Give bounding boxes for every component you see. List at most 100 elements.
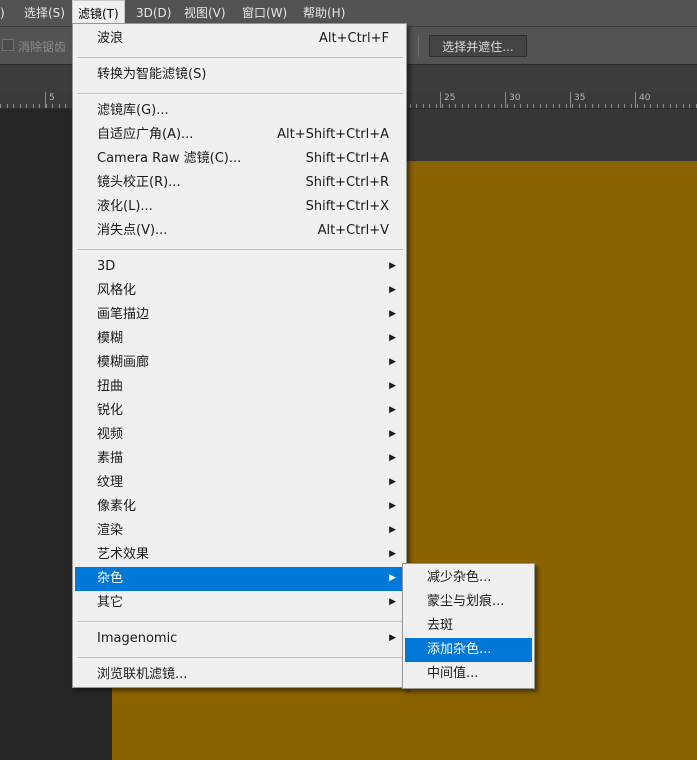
menu-item-label: 模糊画廊 [97, 355, 150, 370]
menu-divider [77, 621, 403, 622]
ruler-label: 35 [574, 93, 586, 103]
antialias-label: 消除锯齿 [18, 40, 67, 54]
ruler-tick [26, 104, 27, 108]
menu-select[interactable]: 选择(S) [24, 0, 65, 26]
filter-menu-item[interactable]: 波浪 Alt+Ctrl+F [75, 27, 404, 51]
ruler-tick [39, 104, 40, 108]
ruler-tick [559, 104, 560, 108]
filter-menu-item[interactable]: 滤镜库(G)... [75, 99, 404, 123]
filter-menu-item[interactable]: 自适应广角(A)... Alt+Shift+Ctrl+A [75, 123, 404, 147]
menu-item-label: 自适应广角(A)... [97, 127, 194, 142]
menu-item-label: 扭曲 [97, 379, 124, 394]
menu-item-label: 杂色 [97, 571, 124, 586]
select-and-mask-button[interactable]: 选择并遮住... [429, 35, 527, 57]
ruler-tick [46, 104, 47, 108]
menu-item-label: 画笔描边 [97, 307, 150, 322]
filter-menu-item[interactable]: 渲染 ▶ [75, 519, 404, 543]
filter-menu-item[interactable]: 纹理 ▶ [75, 471, 404, 495]
menu-item-label: 其它 [97, 595, 124, 610]
menu-item-shortcut: Alt+Ctrl+V [317, 223, 389, 238]
menu-item-label: 消失点(V)... [97, 223, 168, 238]
filter-menu-item[interactable]: 浏览联机滤镜... [75, 663, 404, 687]
ruler-tick [52, 104, 53, 108]
menu-item-shortcut: Alt+Shift+Ctrl+A [277, 127, 389, 142]
menu-item-label: 液化(L)... [97, 199, 153, 214]
filter-menu-item[interactable]: 杂色 ▶ [75, 567, 404, 591]
submenu-arrow-icon: ▶ [389, 525, 396, 535]
submenu-item-label: 中间值... [427, 666, 479, 681]
menu-item-label: 镜头校正(R)... [97, 175, 181, 190]
ruler-tick [527, 104, 528, 108]
menu-item-label: 3D [97, 259, 116, 274]
ruler-tick [676, 104, 677, 108]
ruler-tick [657, 104, 658, 108]
ruler-tick [598, 104, 599, 108]
ruler-tick [462, 104, 463, 108]
antialias-checkbox[interactable] [2, 39, 14, 51]
menu-item-label: 波浪 [97, 31, 124, 46]
filter-menu-item[interactable]: 转换为智能滤镜(S) [75, 63, 404, 87]
filter-menu-item[interactable]: 液化(L)... Shift+Ctrl+X [75, 195, 404, 219]
ruler-tick [533, 104, 534, 108]
submenu-item-label: 添加杂色... [427, 642, 492, 657]
noise-submenu-item[interactable]: 去斑 [405, 614, 532, 638]
noise-submenu: 减少杂色... 蒙尘与划痕... 去斑添加杂色... 中间值... [402, 563, 535, 689]
submenu-arrow-icon: ▶ [389, 453, 396, 463]
ruler-tick [663, 104, 664, 108]
ruler-tick [624, 104, 625, 108]
filter-menu-item[interactable]: 锐化 ▶ [75, 399, 404, 423]
menu-edit-partial[interactable]: ) [0, 0, 5, 26]
ruler-tick [410, 104, 411, 108]
ruler-tick [644, 104, 645, 108]
ruler-label: 5 [49, 93, 55, 103]
ruler-tick [488, 104, 489, 108]
submenu-arrow-icon: ▶ [389, 429, 396, 439]
menu-item-label: Imagenomic [97, 631, 178, 646]
filter-menu-item[interactable]: 扭曲 ▶ [75, 375, 404, 399]
ruler-tick [7, 104, 8, 108]
menu-item-shortcut: Alt+Ctrl+F [319, 31, 389, 46]
ruler-tick [481, 104, 482, 108]
ruler-tick [579, 104, 580, 108]
filter-menu-item[interactable]: 视频 ▶ [75, 423, 404, 447]
ruler-tick [683, 104, 684, 108]
noise-submenu-item[interactable]: 减少杂色... [405, 566, 532, 590]
menu-divider [77, 249, 403, 250]
ruler-tick [416, 104, 417, 108]
filter-menu-item[interactable]: 消失点(V)... Alt+Ctrl+V [75, 219, 404, 243]
filter-menu-item[interactable]: 其它 ▶ [75, 591, 404, 615]
menu-item-label: 模糊 [97, 331, 124, 346]
filter-menu-item[interactable]: Imagenomic ▶ [75, 627, 404, 651]
filter-menu-item[interactable]: 镜头校正(R)... Shift+Ctrl+R [75, 171, 404, 195]
filter-menu-item[interactable]: 艺术效果 ▶ [75, 543, 404, 567]
noise-submenu-item[interactable]: 中间值... [405, 662, 532, 686]
filter-menu-item[interactable]: 3D ▶ [75, 255, 404, 279]
ruler-tick [501, 104, 502, 108]
ruler-tick [468, 104, 469, 108]
filter-menu-item[interactable]: 模糊画廊 ▶ [75, 351, 404, 375]
noise-submenu-item[interactable]: 蒙尘与划痕... [405, 590, 532, 614]
noise-submenu-item[interactable]: 添加杂色... [405, 638, 532, 662]
menu-item-shortcut: Shift+Ctrl+R [305, 175, 390, 190]
filter-menu-item[interactable]: 画笔描边 ▶ [75, 303, 404, 327]
ruler-label: 30 [509, 93, 521, 103]
filter-menu-item[interactable]: Camera Raw 滤镜(C)... Shift+Ctrl+A [75, 147, 404, 171]
menu-item-label: 视频 [97, 427, 124, 442]
filter-menu-item[interactable]: 像素化 ▶ [75, 495, 404, 519]
submenu-arrow-icon: ▶ [389, 501, 396, 511]
filter-menu-item[interactable]: 素描 ▶ [75, 447, 404, 471]
menu-item-label: 转换为智能滤镜(S) [97, 67, 207, 82]
ruler-tick [65, 104, 66, 108]
submenu-arrow-icon: ▶ [389, 405, 396, 415]
filter-menu-item[interactable]: 模糊 ▶ [75, 327, 404, 351]
menu-item-label: 浏览联机滤镜... [97, 667, 188, 682]
options-divider [418, 35, 419, 57]
ruler-tick [540, 104, 541, 108]
ruler-tick [475, 104, 476, 108]
ruler-tick [436, 104, 437, 108]
ruler-tick [0, 104, 1, 108]
ruler-tick [689, 104, 690, 108]
ruler-tick [572, 104, 573, 108]
filter-menu-item[interactable]: 风格化 ▶ [75, 279, 404, 303]
submenu-arrow-icon: ▶ [389, 309, 396, 319]
